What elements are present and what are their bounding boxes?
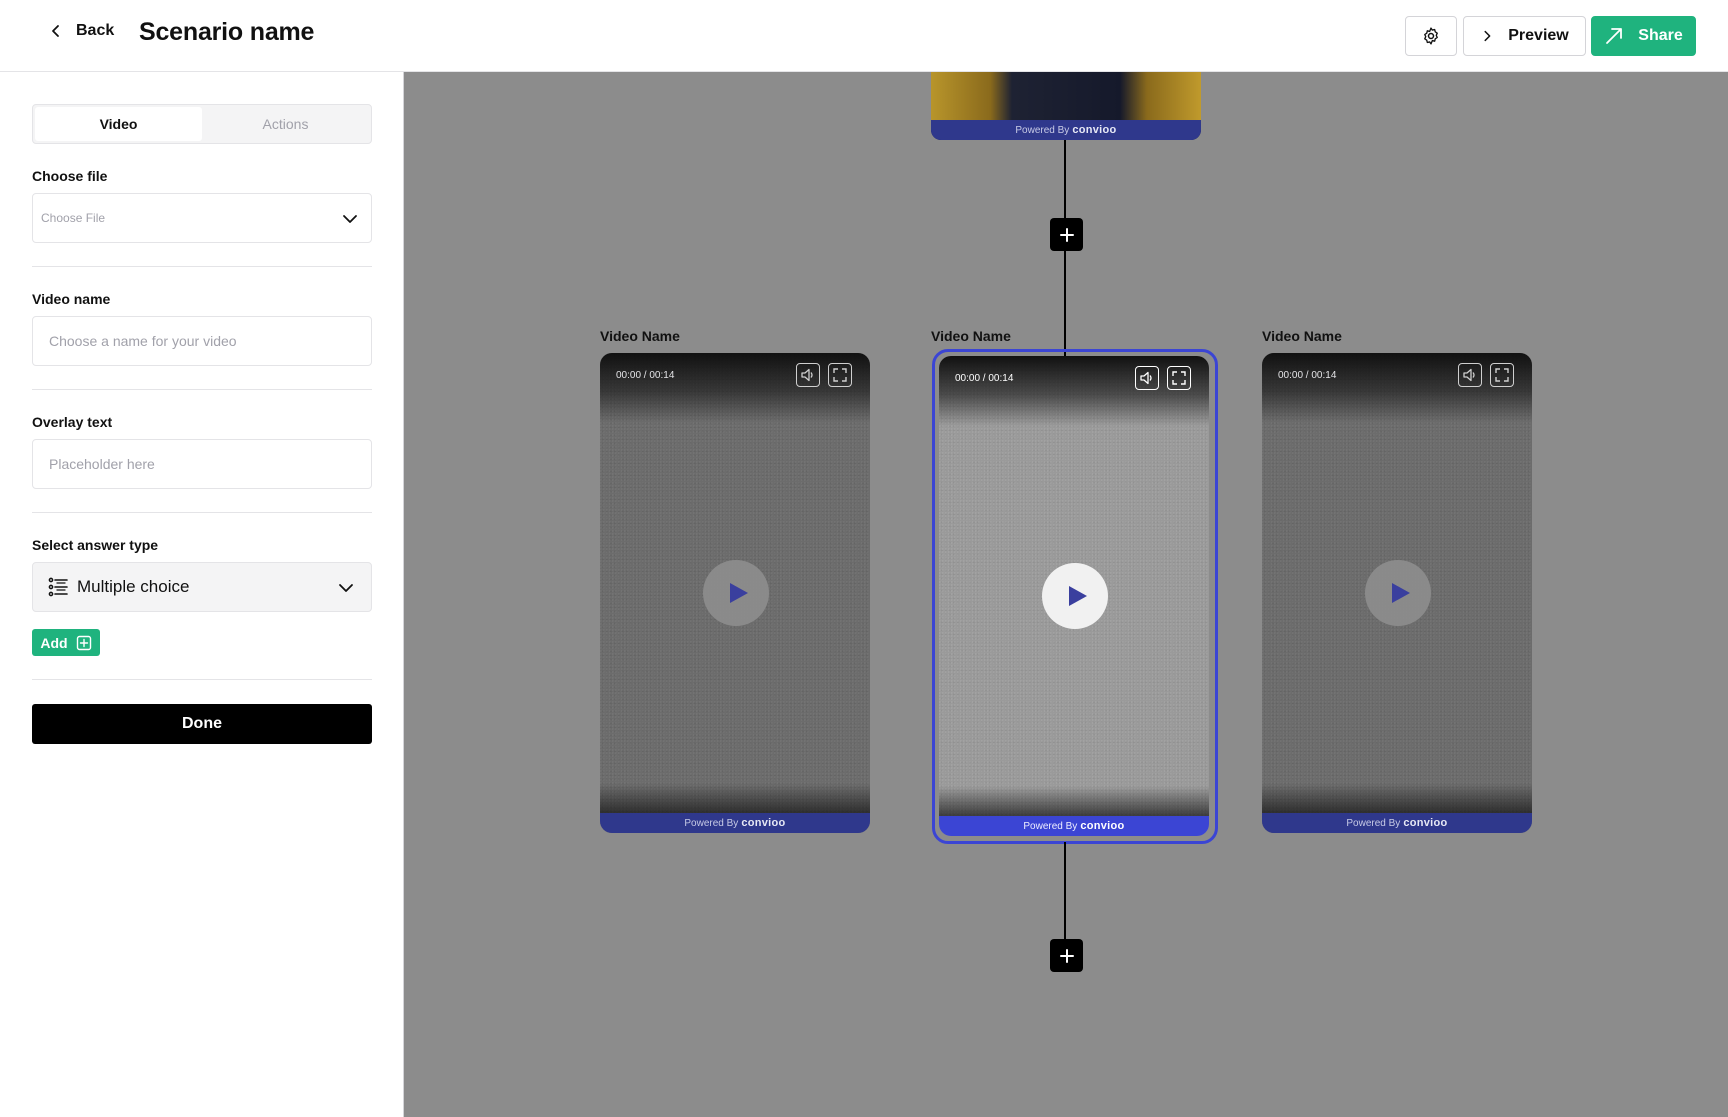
brand-logo: convioo [1403,817,1448,829]
done-button[interactable]: Done [32,704,372,744]
preview-button[interactable]: Preview [1463,16,1586,56]
back-label: Back [76,22,115,39]
chevron-down-icon [343,215,357,223]
back-button[interactable]: Back [48,22,114,40]
list-icon [48,577,68,597]
divider [32,266,372,267]
overlay-text-placeholder: Placeholder here [49,456,155,472]
fullscreen-icon [1172,371,1186,385]
share-label: Share [1638,27,1683,44]
top-header: Back Scenario name Preview Share [0,0,1728,72]
powered-by-bar: Powered By convioo [939,816,1209,836]
video-card-selected[interactable]: 00:00 / 00:14 Powered By convioo [939,356,1209,836]
speaker-icon [801,368,813,382]
choose-file-placeholder: Choose File [41,211,106,225]
chevron-right-icon [1484,30,1491,42]
brand-logo: convioo [1072,124,1117,136]
fullscreen-icon [1495,368,1509,382]
powered-by-text: Powered By [1346,817,1401,829]
overlay-text-input[interactable]: Placeholder here [32,439,372,489]
video-thumbnail [931,72,1201,122]
volume-button[interactable] [1458,363,1482,387]
play-icon [1391,583,1410,603]
plus-icon [1059,227,1074,242]
play-button[interactable] [1365,560,1431,626]
previous-video-card[interactable]: Powered By convioo [931,72,1201,140]
add-node-button[interactable] [1050,939,1083,972]
video-name-label: Video name [32,291,111,307]
share-button[interactable]: Share [1591,16,1696,56]
add-button[interactable]: Add [32,629,100,656]
play-button[interactable] [1042,563,1108,629]
answer-type-value: Multiple choice [77,577,190,596]
fullscreen-button[interactable] [1490,363,1514,387]
fullscreen-icon [833,368,847,382]
video-bottom-gradient [1262,783,1532,813]
video-timestamp: 00:00 / 00:14 [1278,370,1337,381]
play-icon [729,583,748,603]
divider [32,512,372,513]
play-button[interactable] [703,560,769,626]
answer-type-select[interactable]: Multiple choice [32,562,372,612]
video-name-label: Video Name [931,328,1011,344]
add-node-button[interactable] [1050,218,1083,251]
powered-by-text: Powered By [1015,124,1070,136]
add-label: Add [40,634,68,651]
brand-logo: convioo [741,817,786,829]
video-name-placeholder: Choose a name for your video [49,333,237,349]
choose-file-label: Choose file [32,168,108,184]
speaker-icon [1140,371,1152,385]
settings-button[interactable] [1405,16,1457,56]
video-name-label: Video Name [600,328,680,344]
choose-file-dropdown[interactable]: Choose File [32,193,372,243]
play-icon [1068,586,1087,606]
plus-square-icon [76,635,91,650]
video-timestamp: 00:00 / 00:14 [616,370,675,381]
speaker-icon [1463,368,1475,382]
powered-by-text: Powered By [684,817,739,829]
video-bottom-gradient [939,786,1209,816]
tab-switcher: Video Actions [32,104,372,144]
powered-by-bar: Powered By convioo [600,813,870,833]
video-name-label: Video Name [1262,328,1342,344]
tab-actions[interactable]: Actions [202,107,369,141]
editor-sidebar: Video Actions Choose file Choose File Vi… [0,72,404,1117]
video-bottom-gradient [600,783,870,813]
powered-by-bar: Powered By convioo [931,120,1201,140]
tab-video[interactable]: Video [35,107,202,141]
answer-type-label: Select answer type [32,537,159,553]
divider [32,389,372,390]
video-timestamp: 00:00 / 00:14 [955,373,1014,384]
powered-by-bar: Powered By convioo [1262,813,1532,833]
page-title: Scenario name [139,18,315,46]
preview-label: Preview [1508,27,1569,44]
gear-icon [1424,27,1438,45]
volume-button[interactable] [796,363,820,387]
plus-icon [1059,948,1074,963]
fullscreen-button[interactable] [828,363,852,387]
fullscreen-button[interactable] [1167,366,1191,390]
chevron-left-icon [52,25,59,37]
brand-logo: convioo [1080,820,1125,832]
arrow-up-right-icon [1606,28,1623,44]
flow-canvas[interactable]: Powered By convioo Video Name 00:00 / 00… [404,72,1728,1117]
video-card[interactable]: 00:00 / 00:14 Powered By convioo [600,353,870,833]
chevron-down-icon [339,584,353,592]
video-card[interactable]: 00:00 / 00:14 Powered By convioo [1262,353,1532,833]
powered-by-text: Powered By [1023,820,1078,832]
divider [32,679,372,680]
video-name-input[interactable]: Choose a name for your video [32,316,372,366]
overlay-text-label: Overlay text [32,414,113,430]
volume-button[interactable] [1135,366,1159,390]
